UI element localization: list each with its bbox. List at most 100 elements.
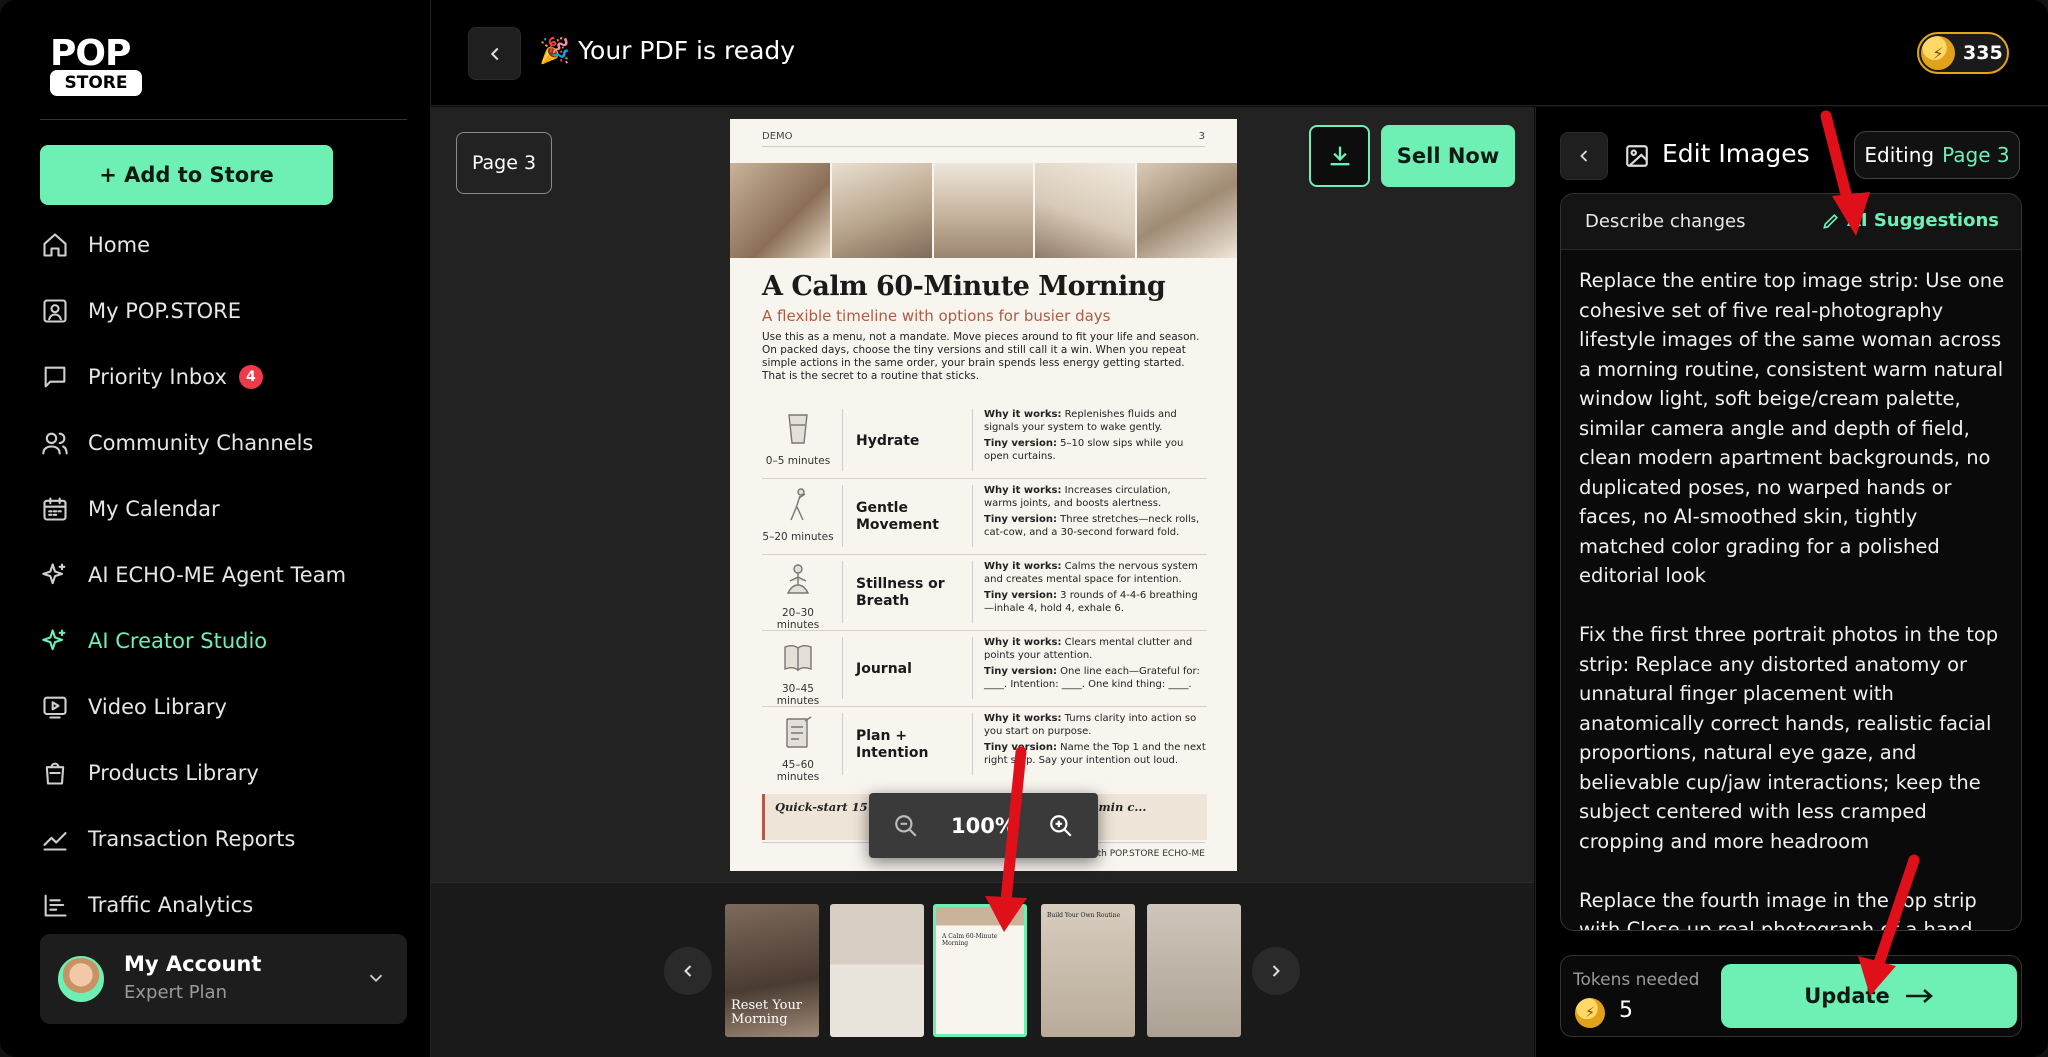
- row-description: Why it works: Calms the nervous system a…: [984, 561, 1206, 615]
- account-menu[interactable]: My Account Expert Plan: [40, 934, 407, 1024]
- sidebar-item-products-library[interactable]: Products Library: [40, 740, 410, 806]
- page-thumbnail-1[interactable]: Reset Your Morning: [725, 904, 819, 1037]
- update-button[interactable]: Update: [1721, 964, 2017, 1028]
- page-thumbnail-5[interactable]: [1147, 904, 1241, 1037]
- app-window: POP STORE + Add to Store Home My POP.STO…: [0, 0, 2048, 1057]
- sidebar-item-transaction-reports[interactable]: Transaction Reports: [40, 806, 410, 872]
- describe-changes-label: Describe changes: [1585, 211, 1746, 232]
- document-title: A Calm 60-Minute Morning: [762, 271, 1166, 302]
- avatar: [58, 956, 104, 1002]
- photo-4: [1035, 163, 1138, 258]
- table-row: 5–20 minutes Gentle Movement Why it work…: [762, 479, 1207, 555]
- sidebar-item-ai-echo-me-agent-team[interactable]: AI ECHO-ME Agent Team: [40, 542, 410, 608]
- row-name: Hydrate: [856, 432, 920, 449]
- calendar-icon: [40, 494, 70, 524]
- row-name: Plan + Intention: [856, 728, 929, 761]
- coin-icon: ⚡: [1575, 998, 1605, 1028]
- video-icon: [40, 692, 70, 722]
- current-page-indicator: Page 3: [456, 132, 552, 194]
- account-plan: Expert Plan: [124, 982, 227, 1003]
- inbox-icon: [40, 362, 70, 392]
- row-name: Gentle Movement: [856, 500, 939, 533]
- page-thumbnail-3[interactable]: A Calm 60-Minute Morning: [933, 904, 1027, 1037]
- sidebar-item-label: Priority Inbox: [88, 365, 227, 389]
- journal-icon: [772, 639, 824, 679]
- sidebar-item-video-library[interactable]: Video Library: [40, 674, 410, 740]
- token-balance-value: 335: [1963, 42, 2003, 64]
- editing-label: Editing: [1864, 143, 1935, 167]
- store-icon: [40, 296, 70, 326]
- chevron-right-icon: [1272, 965, 1280, 977]
- next-page-button[interactable]: [1252, 947, 1300, 995]
- back-button[interactable]: [468, 27, 521, 80]
- download-icon: [1330, 146, 1349, 166]
- sidebar-nav: Home My POP.STORE Priority Inbox 4 Commu…: [40, 212, 410, 938]
- table-row: 0–5 minutes Hydrate Why it works: Replen…: [762, 403, 1207, 479]
- sidebar-item-home[interactable]: Home: [40, 212, 410, 278]
- pop-store-logo[interactable]: POP STORE: [48, 33, 144, 96]
- checklist-icon: [772, 715, 824, 755]
- sidebar-item-traffic-analytics[interactable]: Traffic Analytics: [40, 872, 410, 938]
- sidebar-item-label: AI ECHO-ME Agent Team: [88, 563, 347, 587]
- page-thumbnail-2[interactable]: [830, 904, 924, 1037]
- tiny-label: Tiny version:: [984, 514, 1057, 525]
- download-button[interactable]: [1309, 125, 1370, 187]
- row-divider: [972, 561, 973, 623]
- panel-back-button[interactable]: [1560, 132, 1608, 180]
- logo-text: POP: [50, 33, 131, 74]
- row-minutes: 45–60 minutes: [776, 759, 820, 783]
- sidebar: POP STORE + Add to Store Home My POP.STO…: [0, 0, 431, 1057]
- sidebar-item-my-pop-store[interactable]: My POP.STORE: [40, 278, 410, 344]
- describe-changes-card: Describe changes AI Suggestions Replace …: [1560, 193, 2022, 931]
- row-divider: [842, 409, 843, 471]
- routine-table: 0–5 minutes Hydrate Why it works: Replen…: [762, 403, 1207, 783]
- home-icon: [40, 230, 70, 260]
- zoom-level: 100%: [951, 813, 1016, 838]
- document-intro: Use this as a menu, not a mandate. Move …: [762, 331, 1200, 382]
- instruction-paragraph: Fix the first three portrait photos in t…: [1579, 623, 1999, 853]
- change-description-textarea[interactable]: Replace the entire top image strip: Use …: [1579, 266, 2009, 930]
- page-thumbnail-4[interactable]: Build Your Own Routine: [1041, 904, 1135, 1037]
- instruction-paragraph: Replace the entire top image strip: Use …: [1579, 269, 2005, 587]
- chevron-left-icon: [1580, 150, 1588, 162]
- row-divider: [972, 409, 973, 471]
- row-divider: [842, 713, 843, 775]
- chart-icon: [40, 824, 70, 854]
- chevron-left-icon: [684, 965, 692, 977]
- photo-1: [730, 163, 832, 258]
- top-image-strip[interactable]: [730, 163, 1237, 258]
- add-to-store-button[interactable]: + Add to Store: [40, 145, 333, 205]
- zoom-in-icon[interactable]: [1048, 813, 1074, 839]
- ai-suggestions-button[interactable]: AI Suggestions: [1821, 210, 1999, 231]
- sidebar-item-community-channels[interactable]: Community Channels: [40, 410, 410, 476]
- page-number: 3: [1198, 131, 1205, 142]
- sidebar-item-priority-inbox[interactable]: Priority Inbox 4: [40, 344, 410, 410]
- row-minutes: 5–20 minutes: [762, 531, 834, 543]
- top-header: 🎉 Your PDF is ready ⚡ 335: [431, 0, 2048, 106]
- sidebar-item-ai-creator-studio[interactable]: AI Creator Studio: [40, 608, 410, 674]
- sidebar-item-my-calendar[interactable]: My Calendar: [40, 476, 410, 542]
- tiny-label: Tiny version:: [984, 666, 1057, 677]
- row-name: Journal: [856, 660, 912, 677]
- zoom-controls: 100%: [869, 793, 1098, 858]
- chevron-down-icon: [369, 974, 383, 983]
- account-name: My Account: [124, 952, 262, 976]
- row-divider: [972, 485, 973, 547]
- pdf-page[interactable]: DEMO 3 A Calm 60-Minute Morning A flexib…: [730, 119, 1237, 871]
- token-balance[interactable]: ⚡ 335: [1917, 32, 2009, 74]
- photo-2: [831, 163, 934, 258]
- sell-now-button[interactable]: Sell Now: [1381, 125, 1515, 187]
- zoom-out-icon[interactable]: [893, 813, 919, 839]
- tokens-needed-label: Tokens needed: [1573, 970, 1700, 990]
- why-label: Why it works:: [984, 409, 1062, 420]
- prev-page-button[interactable]: [664, 947, 712, 995]
- row-description: Why it works: Turns clarity into action …: [984, 713, 1206, 767]
- row-divider: [972, 637, 973, 699]
- stretch-figure-icon: [772, 487, 824, 527]
- thumbnail-caption: A Calm 60-Minute Morning: [942, 933, 998, 947]
- why-label: Why it works:: [984, 485, 1062, 496]
- sidebar-item-label: Products Library: [88, 761, 259, 785]
- sidebar-item-label: Transaction Reports: [88, 827, 296, 851]
- row-divider: [842, 485, 843, 547]
- document-subtitle: A flexible timeline with options for bus…: [762, 307, 1111, 325]
